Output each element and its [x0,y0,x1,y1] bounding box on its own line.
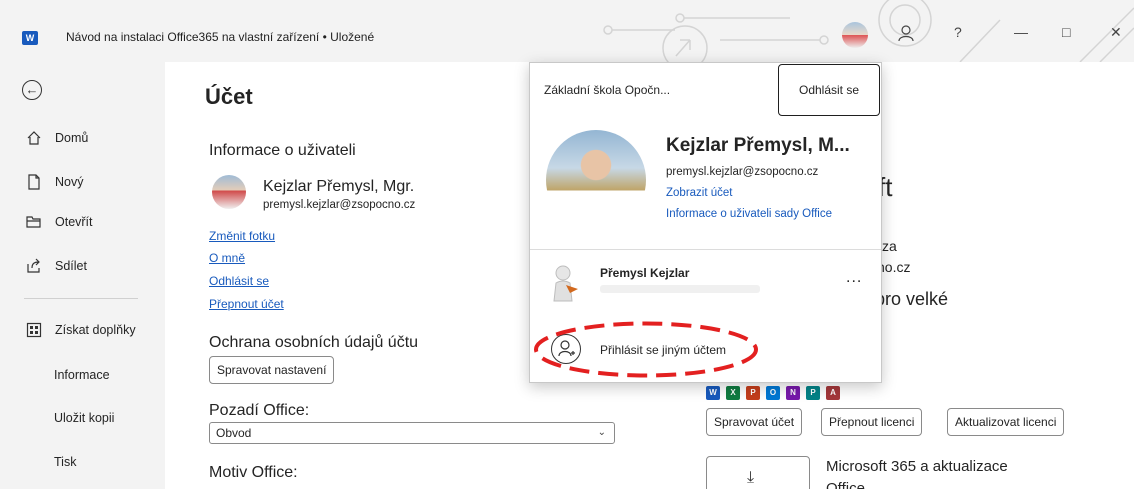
nav-item-print[interactable]: Tisk [0,448,165,476]
product-app-icons: WXPONPA [706,382,846,400]
maximize-button[interactable]: □ [1062,24,1070,40]
nav-item-label: Tisk [54,455,77,469]
word-app-icon: W [706,386,720,400]
product-domain-fragment: no.cz [877,259,911,275]
manage-settings-button[interactable]: Spravovat nastavení [209,356,335,384]
nav-item-home[interactable]: Domů [0,124,165,152]
home-icon [27,131,41,145]
switch-account-link[interactable]: Přepnout účet [209,297,284,311]
sign-out-link[interactable]: Odhlásit se [209,274,269,288]
outlook-app-icon: O [766,386,780,400]
background-value: Obvod [216,426,252,440]
powerpoint-app-icon: P [746,386,760,400]
user-info-heading: Informace o uživateli [209,142,356,159]
view-account-link[interactable]: Zobrazit účet [666,187,732,199]
privacy-heading: Ochrana osobních údajů účtu [209,334,419,351]
other-account-name[interactable]: Přemysl Kejzlar [600,266,689,280]
nav-item-label: Uložit kopii [54,411,115,425]
updates-heading-line2: Office [826,480,865,489]
nav-item-label: Sdílet [55,259,87,273]
update-license-button[interactable]: Aktualizovat licenci [947,408,1065,436]
share-icon [27,258,40,273]
more-options-icon[interactable]: ... [846,269,862,287]
user-name: Kejzlar Přemysl, Mgr. [263,178,415,195]
product-edition-fragment: pro velké [875,289,949,309]
organization-name: Základní škola Opočn... [544,83,671,97]
nav-item-get-add-ins[interactable]: Získat doplňky [0,316,165,344]
updates-heading: Microsoft 365 a aktualizace [826,458,1008,475]
nav-item-open[interactable]: Otevřít [0,208,165,236]
nav-item-label: Získat doplňky [55,323,136,337]
other-account-email-blurred [600,285,760,293]
nav-item-label: Nový [55,175,84,189]
office-user-info-link[interactable]: Informace o uživateli sady Office [666,208,832,220]
publisher-app-icon: P [806,386,820,400]
flyout-user-name: Kejzlar Přemysl, M... [666,135,850,156]
close-button[interactable]: ✕ [1110,24,1122,41]
minimize-button[interactable]: — [1014,24,1028,40]
access-app-icon: A [826,386,840,400]
title-bar: W Návod na instalaci Office365 na vlastn… [0,0,1134,62]
nav-item-share[interactable]: Sdílet [0,252,165,280]
switch-license-button[interactable]: Přepnout licenci [821,408,923,436]
flyout-user-email: premysl.kejzlar@zsopocno.cz [666,166,819,178]
sign-out-button[interactable]: Odhlásit se [778,64,880,116]
highlight-annotation [534,321,758,378]
nav-item-save-copy[interactable]: Uložit kopii [0,404,165,432]
account-flyout: Základní škola Opočn... Odhlásit se Kejz… [529,62,882,383]
word-icon: W [22,31,38,45]
page-title: Účet [205,84,253,109]
background-select[interactable]: Obvod ⌄ [209,422,615,444]
theme-heading: Motiv Office: [209,464,298,481]
avatar [212,175,246,209]
account-avatar-button[interactable] [842,22,868,48]
download-icon: ⤓ [747,469,755,486]
backstage-nav: ← Domů Nový Otevřít Sdílet Získat doplňk… [0,62,165,489]
nav-item-label: Domů [55,131,89,145]
add-ins-icon [26,322,42,338]
change-photo-link[interactable]: Změnit fotku [209,229,275,243]
other-account-avatar [553,265,578,302]
excel-app-icon: X [726,386,740,400]
update-options-button[interactable]: ⤓ [706,456,810,489]
product-owner-fragment: za [882,238,897,254]
profile-photo [546,130,646,230]
coauthoring-icon[interactable] [897,24,915,42]
nav-item-info[interactable]: Informace [0,361,165,389]
nav-divider [24,298,138,299]
new-document-icon [28,174,40,190]
flyout-divider [530,249,881,250]
manage-account-button[interactable]: Spravovat účet [706,408,803,436]
nav-item-new[interactable]: Nový [0,168,165,196]
folder-icon [26,216,41,228]
about-me-link[interactable]: O mně [209,251,245,265]
background-heading: Pozadí Office: [209,402,310,419]
onenote-app-icon: N [786,386,800,400]
chevron-down-icon: ⌄ [597,427,606,438]
nav-item-label: Informace [54,368,110,382]
back-arrow-icon[interactable]: ← [22,80,42,100]
document-title: Návod na instalaci Office365 na vlastní … [66,30,375,44]
nav-item-label: Otevřít [55,215,93,229]
help-icon[interactable]: ? [954,24,962,40]
user-email: premysl.kejzlar@zsopocno.cz [263,199,416,211]
